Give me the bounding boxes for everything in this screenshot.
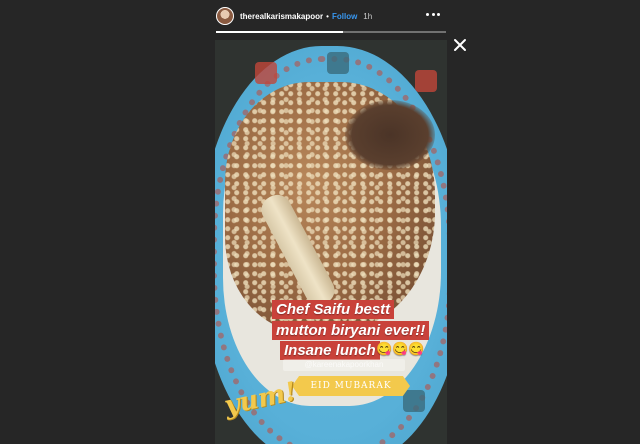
avatar[interactable] — [216, 7, 234, 25]
emoji-sticker: 😋😋😋 — [376, 341, 425, 356]
close-icon[interactable] — [453, 38, 467, 52]
plate-decoration — [255, 62, 277, 84]
eid-mubarak-sticker: EID MUBARAK — [292, 376, 410, 396]
story-progress-fill — [216, 31, 343, 33]
timestamp: 1h — [363, 11, 373, 21]
mutton-pieces — [345, 100, 435, 170]
caption-line-3: Insane lunch — [280, 341, 380, 360]
caption-line-2: mutton biryani ever!! — [272, 321, 430, 340]
caption-line-1: Chef Saifu bestt — [272, 300, 395, 319]
story-progress-bar — [216, 31, 446, 33]
story-header: therealkarismakapoor • Follow 1h — [216, 5, 446, 27]
follow-button[interactable]: Follow — [332, 12, 357, 21]
plate-decoration — [415, 70, 437, 92]
mention-tag[interactable]: @kareenakapoorkhan — [283, 359, 405, 371]
more-options-icon[interactable] — [426, 7, 440, 21]
plate-decoration — [327, 52, 349, 74]
username[interactable]: therealkarismakapoor — [240, 12, 323, 21]
separator-dot: • — [326, 11, 329, 21]
plate-decoration — [403, 390, 425, 412]
